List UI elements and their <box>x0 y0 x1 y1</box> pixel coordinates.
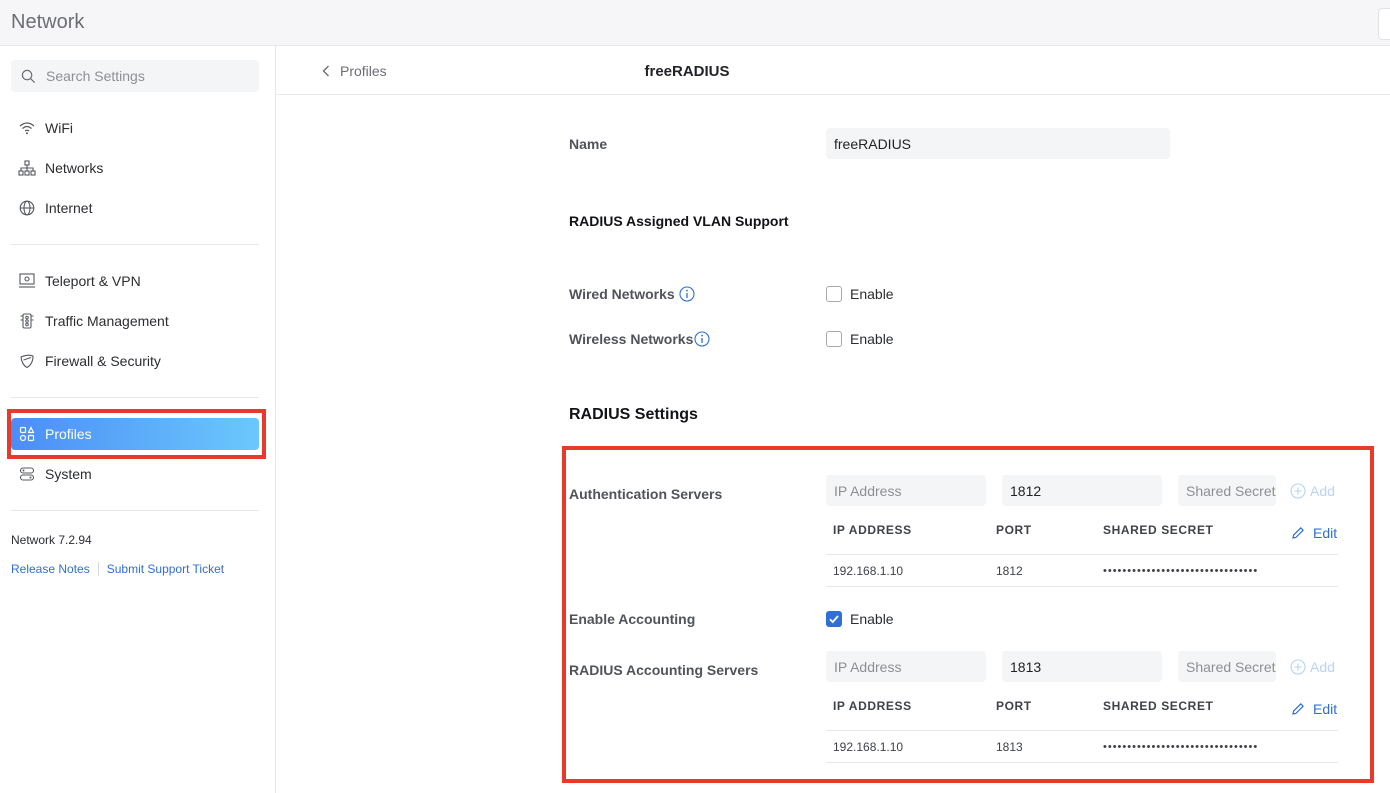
highlight-profiles <box>7 409 266 459</box>
sidebar-item-wifi[interactable]: WiFi <box>11 112 259 144</box>
info-icon[interactable] <box>694 331 710 347</box>
acct-secret-field[interactable] <box>1178 651 1276 682</box>
auth-row-port: 1812 <box>996 564 1023 578</box>
col-ip-address: IP ADDRESS <box>833 523 912 537</box>
auth-row-secret: •••••••••••••••••••••••••••••••• <box>1103 565 1259 577</box>
wireless-enable-label: Enable <box>850 331 894 347</box>
table-divider <box>826 730 1338 731</box>
sidebar-divider <box>11 397 259 398</box>
link-separator <box>97 562 99 576</box>
traffic-icon <box>18 312 36 330</box>
sidebar-item-label: Networks <box>45 160 104 176</box>
globe-icon <box>18 199 36 217</box>
sidebar-item-label: Internet <box>45 200 93 216</box>
accounting-enable-text: Enable <box>850 611 894 627</box>
auth-secret-field[interactable] <box>1178 475 1276 506</box>
pencil-icon <box>1292 703 1304 715</box>
sidebar-item-label: System <box>45 466 92 482</box>
name-label: Name <box>569 136 608 152</box>
accounting-enable-checkbox[interactable] <box>826 611 842 627</box>
sidebar-item-label: WiFi <box>45 120 73 136</box>
system-icon <box>18 465 36 483</box>
sidebar-divider <box>11 510 259 511</box>
enable-accounting-label: Enable Accounting <box>569 611 696 627</box>
info-icon[interactable] <box>679 286 695 302</box>
table-divider <box>826 554 1338 555</box>
acct-ip-field[interactable] <box>826 651 986 682</box>
acct-port-field[interactable] <box>1002 651 1162 682</box>
accounting-servers-label: RADIUS Accounting Servers <box>569 662 759 678</box>
acct-row-port: 1813 <box>996 740 1023 754</box>
page-title: freeRADIUS <box>644 63 730 80</box>
content-header: Profiles freeRADIUS <box>276 46 1390 95</box>
sidebar-item-internet[interactable]: Internet <box>11 192 259 224</box>
add-label: Add <box>1310 659 1335 675</box>
shield-icon <box>18 352 36 370</box>
col-shared-secret: SHARED SECRET <box>1103 699 1214 713</box>
auth-ip-field[interactable] <box>826 475 986 506</box>
sidebar-item-networks[interactable]: Networks <box>11 152 259 184</box>
auth-port-field[interactable] <box>1002 475 1162 506</box>
table-divider <box>826 586 1338 587</box>
auth-row-ip: 192.168.1.10 <box>833 564 904 578</box>
col-ip-address: IP ADDRESS <box>833 699 912 713</box>
auth-add-button[interactable]: Add <box>1290 483 1335 499</box>
check-icon <box>829 615 839 624</box>
sidebar-item-firewall-security[interactable]: Firewall & Security <box>11 345 259 377</box>
networks-icon <box>18 159 36 177</box>
top-bar: Network <box>0 0 1390 46</box>
edit-label: Edit <box>1313 525 1338 541</box>
acct-row-ip: 192.168.1.10 <box>833 740 904 754</box>
wired-enable-checkbox[interactable] <box>826 286 842 302</box>
release-notes-link[interactable]: Release Notes <box>11 562 90 576</box>
sidebar-divider <box>11 244 259 245</box>
top-right-button[interactable] <box>1378 8 1390 40</box>
radius-settings-title: RADIUS Settings <box>569 406 698 423</box>
vlan-section-title: RADIUS Assigned VLAN Support <box>569 213 789 229</box>
sidebar-item-label: Traffic Management <box>45 313 169 329</box>
sidebar-item-system[interactable]: System <box>11 458 259 490</box>
wireless-networks-label: Wireless Networks <box>569 331 694 347</box>
sidebar-item-label: Firewall & Security <box>45 353 161 369</box>
version-text: Network 7.2.94 <box>11 533 92 547</box>
plus-circle-icon <box>1290 659 1306 675</box>
plus-circle-icon <box>1290 483 1306 499</box>
teleport-icon <box>18 272 36 290</box>
auth-edit-button[interactable]: Edit <box>1291 525 1337 541</box>
sidebar-item-traffic-management[interactable]: Traffic Management <box>11 305 259 337</box>
sidebar-links: Release Notes Submit Support Ticket <box>11 562 224 576</box>
pencil-icon <box>1292 527 1304 539</box>
edit-label: Edit <box>1313 701 1338 717</box>
sidebar-item-teleport-vpn[interactable]: Teleport & VPN <box>11 265 259 297</box>
support-ticket-link[interactable]: Submit Support Ticket <box>107 562 224 576</box>
name-field[interactable] <box>826 128 1170 159</box>
wired-networks-label: Wired Networks <box>569 286 675 302</box>
auth-servers-label: Authentication Servers <box>569 486 723 502</box>
app-title: Network <box>11 11 85 33</box>
sidebar-item-label: Teleport & VPN <box>45 273 141 289</box>
col-port: PORT <box>996 523 1032 537</box>
acct-row-secret: •••••••••••••••••••••••••••••••• <box>1103 741 1259 753</box>
add-label: Add <box>1310 483 1335 499</box>
wifi-icon <box>18 119 36 137</box>
col-shared-secret: SHARED SECRET <box>1103 523 1214 537</box>
acct-edit-button[interactable]: Edit <box>1291 701 1337 717</box>
col-port: PORT <box>996 699 1032 713</box>
wired-enable-label: Enable <box>850 286 894 302</box>
table-divider <box>826 762 1338 763</box>
wireless-enable-checkbox[interactable] <box>826 331 842 347</box>
acct-add-button[interactable]: Add <box>1290 659 1335 675</box>
